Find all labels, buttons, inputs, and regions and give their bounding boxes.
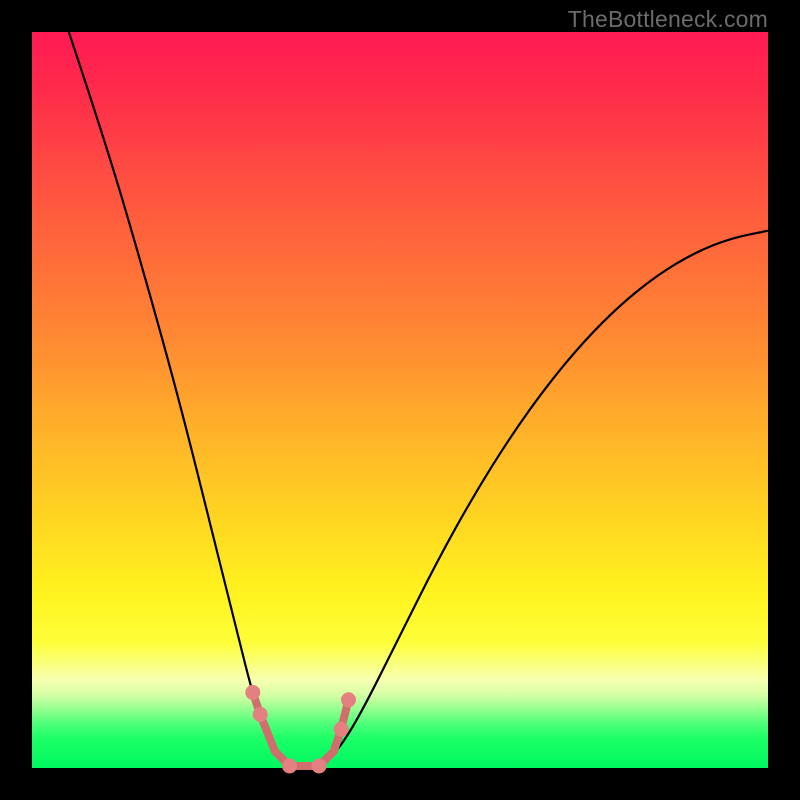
trough-marker: [253, 707, 268, 722]
trough-marker: [312, 759, 327, 774]
trough-marker: [341, 692, 356, 707]
plot-area: [32, 32, 768, 768]
watermark-text: TheBottleneck.com: [568, 6, 768, 33]
trough-marker: [334, 722, 349, 737]
bottleneck-curve: [69, 32, 768, 768]
trough-markers: [245, 685, 356, 774]
trough-marker: [282, 759, 297, 774]
curve-layer: [32, 32, 768, 768]
trough-marker: [245, 685, 260, 700]
chart-frame: TheBottleneck.com: [0, 0, 800, 800]
